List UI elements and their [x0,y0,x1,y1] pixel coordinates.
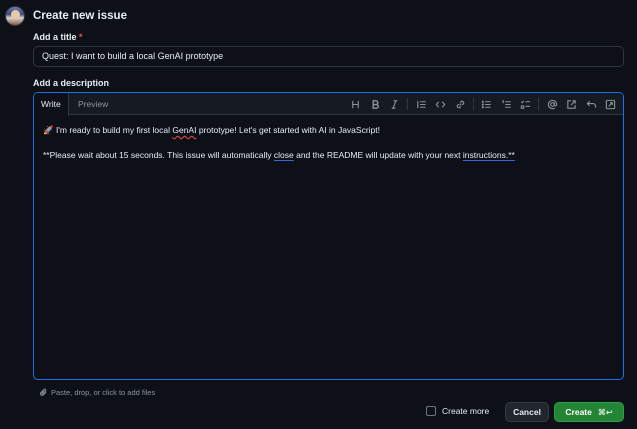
text-segment: and the README will update with your nex… [293,150,463,160]
title-label: Add a title * [33,32,83,42]
italic-icon[interactable] [388,98,401,111]
paperclip-icon [39,388,47,396]
attach-hint: Paste, drop, or click to add files [51,388,156,397]
link-icon[interactable] [454,98,467,111]
title-label-text: Add a title [33,32,77,42]
quote-icon[interactable] [415,98,428,111]
create-label: Create [565,407,592,417]
undo-icon[interactable] [585,98,598,111]
toolbar-divider [538,98,539,110]
tab-preview[interactable]: Preview [71,93,115,116]
bold-icon[interactable] [369,98,382,111]
task-list-icon[interactable] [519,98,532,111]
text-segment: 🚀 I'm ready to build my first local [43,125,173,135]
toolbar-divider [407,98,408,110]
cross-reference-icon[interactable] [565,98,578,111]
create-more-label: Create more [442,406,490,416]
formatting-toolbar [343,97,618,111]
editor-header: Write Preview [34,93,623,116]
text-segment: prototype! Let's get started with AI in … [196,125,380,135]
grammar-flag: close [273,150,294,160]
create-more-toggle[interactable]: Create more [426,406,489,416]
text-segment: **Please wait about 15 seconds. This iss… [43,150,274,160]
shortcut-hint: ⌘↩ [597,407,613,417]
description-line: **Please wait about 15 seconds. This iss… [43,150,614,161]
avatar [5,6,25,26]
tab-write[interactable]: Write [34,93,69,116]
heading-icon[interactable] [349,98,362,111]
description-line: 🚀 I'm ready to build my first local GenA… [43,125,614,136]
create-button[interactable]: Create ⌘↩ [554,402,624,422]
attach-files[interactable]: Paste, drop, or click to add files [39,388,155,397]
fullscreen-icon[interactable] [604,98,617,111]
description-editor: Write Preview 🚀 I'm ready to build my fi… [33,92,624,380]
page-title: Create new issue [33,10,127,22]
description-label: Add a description [33,78,110,88]
title-input[interactable]: Quest: I want to build a local GenAI pro… [33,46,624,67]
create-more-checkbox[interactable] [426,406,436,416]
cancel-button[interactable]: Cancel [505,402,549,422]
required-mark: * [79,32,83,42]
spelling-flag: GenAI [172,125,197,135]
grammar-flag: instructions.** [462,150,515,160]
mention-icon[interactable] [546,98,559,111]
ordered-list-icon[interactable] [500,98,513,111]
toolbar-divider [472,98,474,110]
description-textarea[interactable]: 🚀 I'm ready to build my first local GenA… [34,115,623,185]
code-icon[interactable] [434,98,447,111]
unordered-list-icon[interactable] [480,98,493,111]
